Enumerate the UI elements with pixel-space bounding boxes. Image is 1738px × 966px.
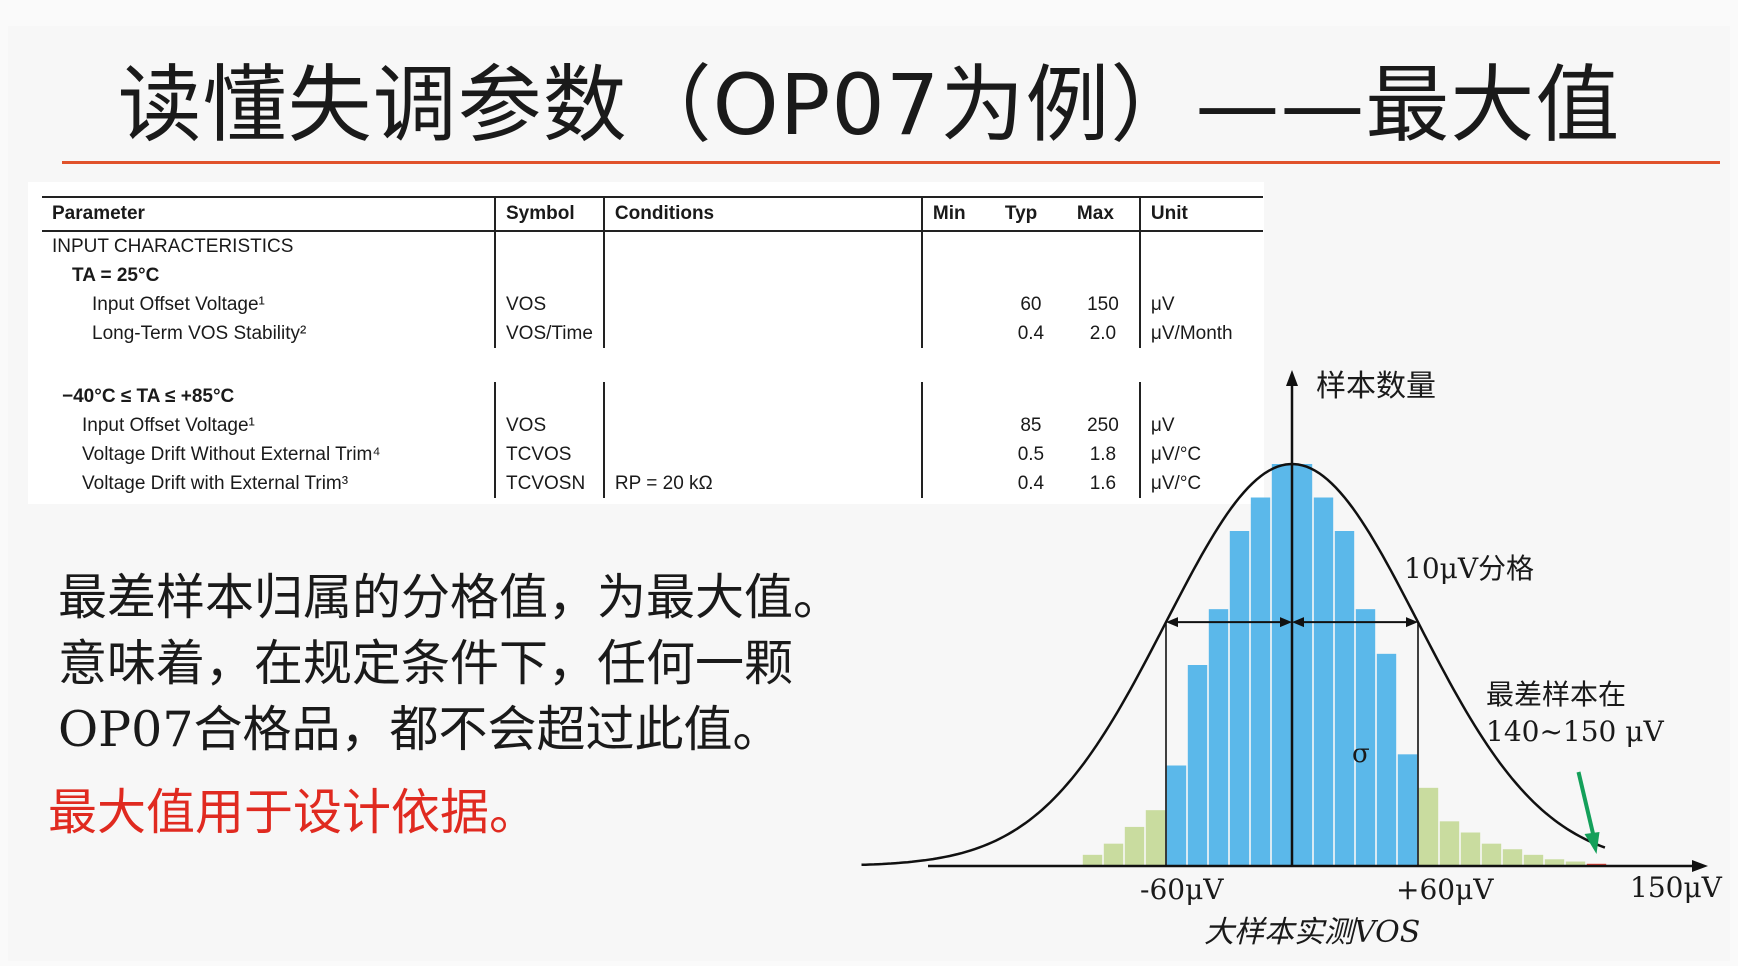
histogram-bar	[1313, 497, 1334, 866]
y-axis-arrow-icon	[1286, 370, 1298, 386]
histogram-bar	[1166, 765, 1187, 866]
histogram-bar	[1502, 849, 1523, 866]
annotation-line-1: 最差样本在	[1486, 678, 1626, 711]
arrowhead-icon	[1584, 832, 1600, 854]
x-axis-label: 大样本实测VOS	[1204, 915, 1420, 950]
histogram-bar	[1481, 843, 1502, 866]
histogram-bar	[1376, 653, 1397, 866]
histogram-bar	[1082, 854, 1103, 866]
histogram-bar	[1334, 531, 1355, 866]
distribution-chart: 样本数量 10μV分格 σ 最差样本在 140~150 μV -60μV +60…	[861, 369, 1723, 950]
histogram-bar	[1292, 464, 1313, 866]
histogram-bar	[1523, 854, 1544, 866]
annotation-line-2: 140~150 μV	[1486, 715, 1664, 748]
histogram-bar	[1229, 531, 1250, 866]
sigma-label: σ	[1352, 739, 1370, 769]
histogram-bar	[1397, 754, 1418, 866]
histogram-bar	[1208, 609, 1229, 866]
histogram-bar	[1418, 787, 1439, 866]
histogram-bar	[1355, 609, 1376, 866]
histogram-bars	[1082, 464, 1607, 866]
bin-width-label: 10μV分格	[1404, 552, 1534, 585]
histogram-bar	[1187, 665, 1208, 866]
histogram-bar	[1250, 497, 1271, 866]
histogram-bar	[1103, 843, 1124, 866]
arrow-shaft	[1576, 771, 1597, 841]
histogram-bar	[1460, 832, 1481, 866]
histogram-bar	[1439, 821, 1460, 866]
histogram-bar	[1271, 464, 1292, 866]
histogram-bar	[1145, 810, 1166, 866]
y-axis-label: 样本数量	[1316, 369, 1436, 404]
tick-label-neg-60: -60μV	[1140, 873, 1224, 906]
tick-label-pos-60: +60μV	[1396, 873, 1494, 906]
tick-label-150: 150μV	[1630, 871, 1723, 904]
histogram-bar	[1124, 826, 1145, 866]
